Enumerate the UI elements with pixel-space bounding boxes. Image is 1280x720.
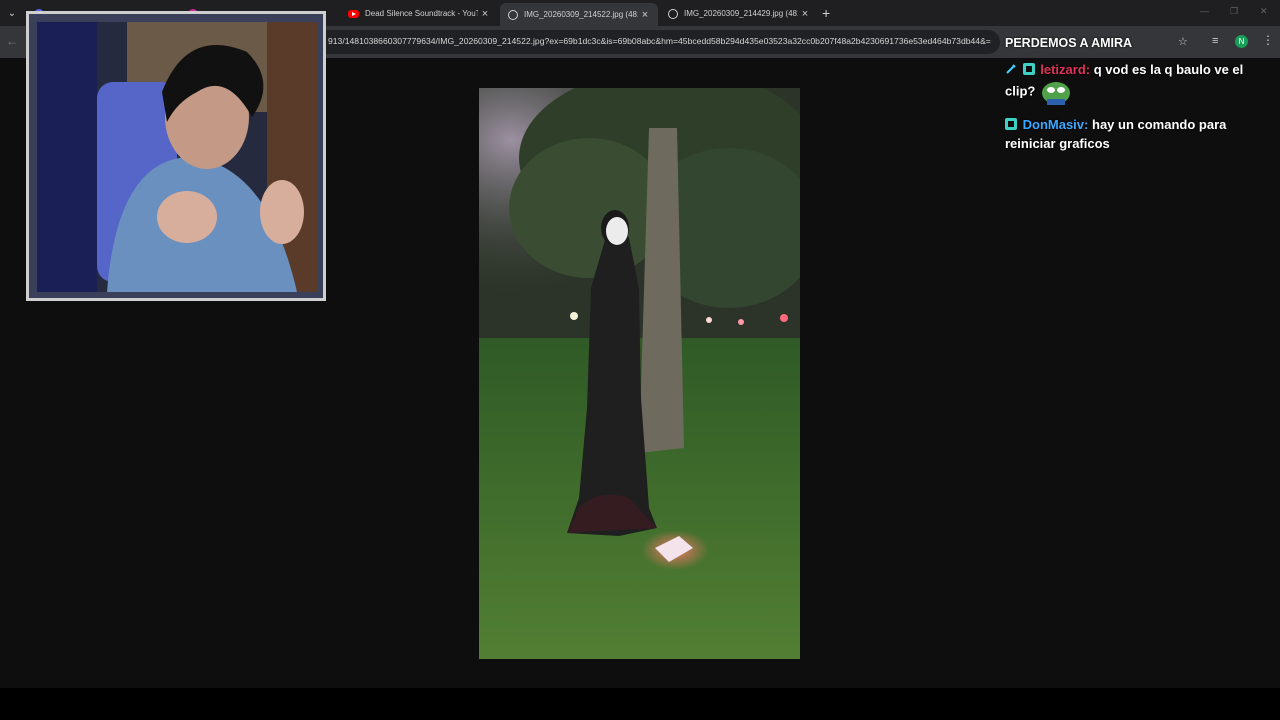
globe-icon — [508, 9, 518, 20]
maximize-icon[interactable]: ❐ — [1230, 6, 1238, 17]
back-arrow-icon[interactable]: ← — [6, 34, 18, 48]
subscriber-badge-icon — [1022, 63, 1035, 75]
close-tab-icon[interactable]: × — [478, 8, 492, 20]
webcam-overlay — [26, 11, 326, 301]
pepe-emote-icon — [1041, 82, 1070, 105]
new-tab-button[interactable]: + — [822, 5, 830, 21]
chat-message: letizard: q vod es la q baulo ve el clip… — [1005, 60, 1265, 105]
globe-icon — [668, 8, 678, 19]
stream-chat-overlay: PERDEMOS A AMIRA letizard: q vod es la q… — [1005, 36, 1265, 153]
photo-illustration — [479, 88, 800, 659]
minimize-icon[interactable]: — — [1200, 6, 1209, 16]
tab-image-2[interactable]: IMG_20260309_214429.jpg (481 × — [660, 3, 818, 24]
streamer-illustration — [37, 22, 317, 292]
viewed-image[interactable] — [479, 88, 800, 659]
youtube-icon — [348, 9, 359, 18]
close-window-icon[interactable]: ✕ — [1260, 6, 1268, 17]
sword-badge-icon — [1006, 64, 1016, 74]
close-tab-icon[interactable]: × — [638, 9, 652, 21]
chat-username[interactable]: DonMasiv — [1023, 117, 1084, 132]
bottom-bar — [0, 688, 1280, 720]
url-text: 913/1481038660307779634/IMG_20260309_214… — [328, 36, 991, 46]
tab-youtube[interactable]: Dead Silence Soundtrack - YouT × — [340, 3, 498, 24]
address-bar[interactable]: 913/1481038660307779634/IMG_20260309_214… — [300, 30, 1000, 54]
tab-search-button[interactable]: ⌄ — [4, 4, 20, 22]
chat-banner: PERDEMOS A AMIRA — [1005, 36, 1133, 50]
chat-username[interactable]: letizard — [1040, 62, 1086, 77]
tab-image-active[interactable]: IMG_20260309_214522.jpg (481 × — [500, 3, 658, 26]
subscriber-badge-icon — [1005, 118, 1017, 130]
webcam-feed — [37, 22, 317, 292]
close-tab-icon[interactable]: × — [798, 8, 812, 20]
chat-message: DonMasiv: hay un comando para reiniciar … — [1005, 117, 1227, 151]
